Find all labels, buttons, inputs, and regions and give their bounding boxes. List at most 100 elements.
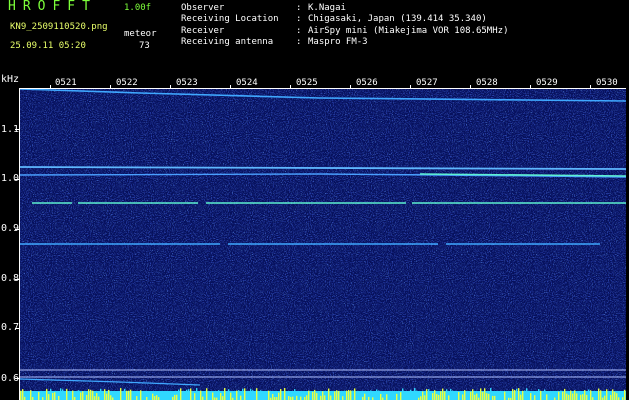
noise-floor-bar [514,390,516,400]
noise-floor-bar [586,394,588,400]
file-name: KN9_2509110520.png [10,22,108,32]
noise-floor-bar [72,390,74,400]
noise-floor-bar [562,391,564,400]
noise-floor-bar [130,389,132,400]
noise-floor-bar [94,396,96,400]
noise-floor-bar [182,391,184,400]
noise-floor-bar [528,390,530,400]
noise-floor-bar [540,390,542,400]
app-version: 1.00f [124,3,152,13]
noise-floor-bar [298,395,300,400]
noise-floor-bar [246,392,248,400]
noise-floor-bar [612,389,614,400]
noise-floor-bar [442,388,444,400]
noise-floor-bar [606,389,608,400]
noise-floor-bar [186,389,188,400]
noise-floor-bar [614,391,616,400]
noise-floor-bar [624,389,626,400]
noise-floor-bar [244,388,246,400]
noise-floor-bar [86,394,88,400]
noise-floor-bar [156,395,158,400]
noise-floor-bar [398,391,400,400]
noise-floor-bar [556,394,558,400]
noise-floor-bar [472,389,474,400]
noise-floor-bar [490,388,492,400]
noise-floor-bar [412,395,414,400]
noise-floor-bar [336,390,338,400]
noise-floor-bar [470,391,472,400]
noise-floor-bar [364,393,366,400]
noise-floor-bar [58,395,60,400]
noise-floor-bar [616,393,618,400]
noise-floor-bar [596,393,598,400]
noise-floor-bar [38,391,40,400]
noise-floor-bar [342,396,344,400]
noise-floor-bar [206,388,208,400]
noise-floor-bar [302,391,304,400]
noise-floor-bar [420,396,422,400]
noise-floor-bar [522,390,524,400]
noise-floor-bar [46,388,48,400]
noise-floor-bar [194,393,196,400]
noise-floor-bar [502,391,504,400]
noise-floor-bar [136,396,138,400]
noise-floor-bar [430,395,432,400]
spectrogram-canvas [20,88,626,400]
noise-floor-bar [544,389,546,400]
noise-floor-bar [116,391,118,400]
noise-floor-bar [534,395,536,400]
noise-floor-bar [30,390,32,400]
noise-floor-bar [466,396,468,400]
noise-floor-bar [498,393,500,400]
noise-floor-bar [154,396,156,400]
noise-floor-bar [384,391,386,400]
noise-floor-bar [152,393,154,400]
receiver-value: AirSpy mini (Miakejima VOR 108.65MHz) [308,26,509,36]
noise-floor-bar [98,396,100,400]
noise-floor-bar [542,395,544,400]
noise-floor-bar [106,393,108,400]
noise-floor-bar [560,390,562,400]
noise-floor-bar [440,391,442,400]
noise-floor-bar [550,395,552,400]
noise-floor-bar [536,392,538,400]
plot-top-border [19,88,626,89]
noise-floor-bar [140,390,142,400]
noise-floor-bar [222,396,224,400]
noise-floor-bar [108,389,110,400]
noise-floor-bar [178,389,180,400]
noise-floor-bar [348,390,350,400]
noise-floor-bar [454,391,456,400]
noise-floor-bar [400,392,402,400]
noise-floor-bar [446,389,448,400]
noise-floor-bar [500,394,502,400]
noise-floor-bar [320,395,322,400]
noise-floor-bar [314,389,316,400]
noise-floor-bar [294,389,296,400]
noise-floor-bar [174,394,176,400]
noise-floor-bar [374,393,376,400]
noise-floor-bar [230,392,232,400]
noise-floor-bar [50,388,52,400]
noise-floor-bar [346,390,348,400]
noise-floor-bar [546,394,548,400]
noise-floor-bar [198,392,200,400]
receiver-key: Receiver [181,26,225,36]
noise-floor-bar [332,394,334,400]
noise-floor-bar [96,393,98,400]
noise-floor-bar [476,393,478,400]
noise-floor-bar [326,395,328,400]
noise-floor-bar [28,393,30,400]
noise-floor-bar [392,391,394,400]
noise-floor-bar [406,392,408,400]
noise-floor-bar [598,388,600,400]
app-title: HROFFT [8,0,97,14]
noise-floor-bar [70,395,72,400]
noise-floor-bar [426,389,428,400]
noise-floor-bar [76,395,78,400]
noise-floor-bar [358,392,360,400]
location-key: Receiving Location [181,14,279,24]
noise-floor-bar [322,391,324,400]
noise-floor-bar [220,392,222,400]
noise-floor-bar [396,393,398,400]
